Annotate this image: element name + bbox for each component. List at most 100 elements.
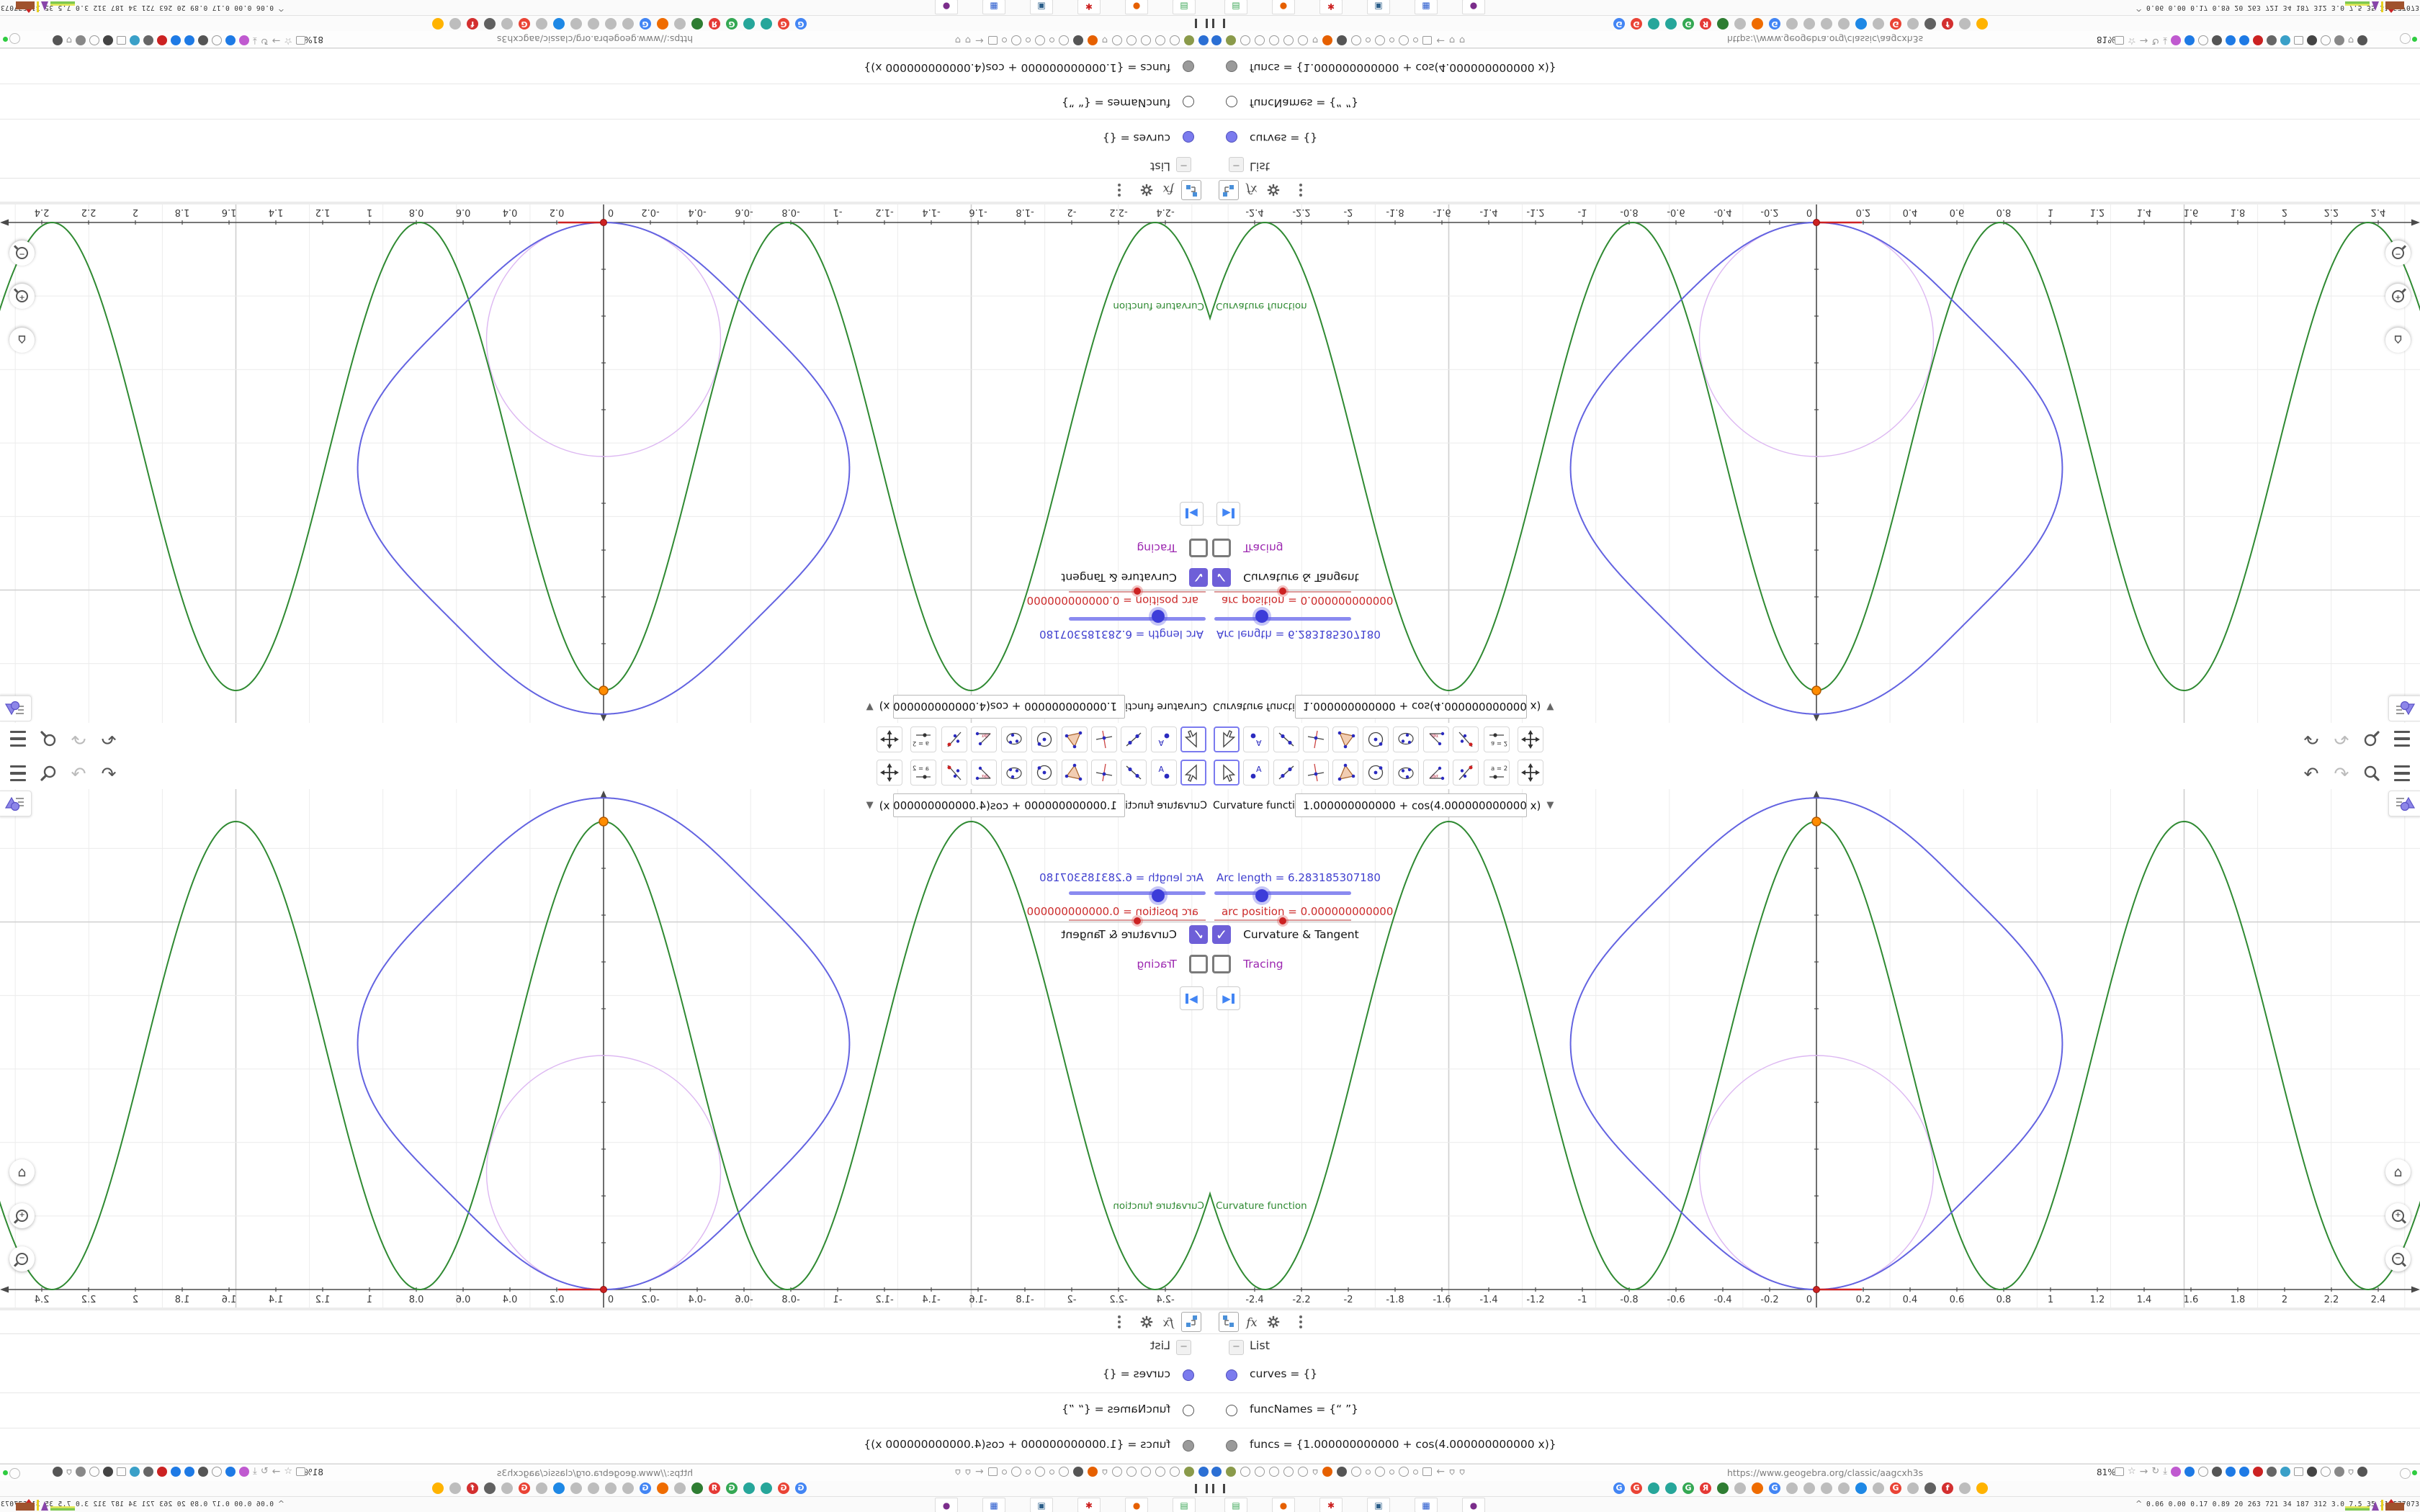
bookmark-favicon[interactable] [605,18,617,30]
gear-icon[interactable] [197,35,208,45]
move-tool-button[interactable] [1214,760,1240,786]
firefox-app-icon[interactable]: ● [1125,0,1148,14]
algebra-row[interactable]: funcNames = {“ ”} [1210,84,2420,119]
owl-app-icon[interactable]: ● [1462,0,1485,14]
oval-icon[interactable] [1184,1467,1194,1477]
trash-icon[interactable] [2267,35,2277,45]
wrench-icon[interactable]: ⌂ [66,35,72,45]
line-tool-button[interactable] [1121,760,1147,786]
redo-icon[interactable]: ↷ [68,728,89,750]
menu-icon[interactable] [7,728,29,750]
curvature-tangent-checkbox[interactable]: ✓ [1189,925,1208,944]
circle-tool-button[interactable] [1031,760,1057,786]
bookmark-favicon[interactable] [743,1482,755,1494]
bookmark-favicon[interactable] [536,18,547,30]
algebra-row[interactable]: funcs = {1.000000000000 + cos(4.00000000… [0,48,1210,84]
fx-icon[interactable]: fx [1158,1312,1178,1332]
curvature-function-dropdown[interactable]: 1.000000000000 + cos(4.000000000000 x) ▼ [1295,793,1554,817]
bookmark-favicon[interactable] [1786,18,1798,30]
arc-icon[interactable] [1126,35,1137,45]
plus-icon[interactable] [2226,35,2236,45]
bookmark-favicon[interactable] [622,18,634,30]
trash-icon[interactable] [143,35,153,45]
reflect-tool-button[interactable] [1453,760,1479,786]
undo-icon[interactable]: ↶ [2300,728,2322,750]
bookmark-favicon[interactable]: G [778,18,789,30]
bookmark-favicon[interactable] [536,1482,547,1494]
globe-icon[interactable] [1240,1467,1250,1477]
firefox-icon[interactable] [1322,1467,1333,1477]
floppy64-app-icon[interactable]: ▦ [1415,0,1438,14]
bookmark-favicon[interactable]: f [1942,1482,1953,1494]
curvature-function-dropdown[interactable]: 1.000000000000 + cos(4.000000000000 x) ▼ [866,695,1125,719]
bookmark-favicon[interactable] [1717,1482,1729,1494]
gear-icon[interactable] [1337,1467,1348,1477]
arrow-right-icon[interactable]: → [272,35,281,46]
wrench-icon[interactable]: ⌂ [1312,1467,1318,1477]
folder-icon[interactable] [1422,36,1433,45]
owl-app-icon[interactable]: ● [1462,1498,1485,1512]
plus-icon[interactable] [184,35,194,45]
bookmark-favicon[interactable] [1855,1482,1867,1494]
move-tool-button[interactable] [1214,726,1240,752]
tree-view-icon[interactable] [1219,180,1239,200]
blue-visibility-marble[interactable] [1183,131,1194,143]
bookmark-favicon[interactable]: Я [1700,1482,1711,1494]
collapse-group-button[interactable]: − [1229,157,1244,172]
monitor-chevron-icon[interactable]: ^ [2136,1499,2142,1508]
arc-length-slider-handle[interactable] [1149,886,1168,905]
search-icon[interactable] [37,728,59,750]
gear-icon[interactable] [1072,1467,1083,1477]
pause-icon[interactable] [1195,19,1208,28]
bookmark-favicon[interactable] [1907,18,1919,30]
url-bar[interactable]: https://www.geogebra.org/classic/aagcxh3… [497,1467,693,1478]
drive-app-icon[interactable]: ▤ [1173,0,1196,14]
panel-divider[interactable] [0,202,1210,204]
tray-circle-icon[interactable] [2400,33,2411,44]
arc-icon[interactable] [1126,1467,1137,1477]
bookmark-favicon[interactable]: Я [709,18,720,30]
play-pause-button[interactable]: ▶ [1216,502,1240,526]
phone-icon[interactable] [2198,1467,2209,1477]
card-icon[interactable] [2294,1467,2304,1476]
circle-icon[interactable] [1399,1467,1410,1477]
shield-icon[interactable]: ⌂ [965,35,971,45]
bookmark-favicon[interactable] [1855,18,1867,30]
settings-app-icon[interactable]: ✱ [1319,0,1343,14]
blue-visibility-marble[interactable] [1226,131,1237,143]
monitor-app-icon[interactable]: ▣ [1367,1498,1390,1512]
globe-icon[interactable] [1155,35,1165,45]
monitor-app-icon[interactable]: ▣ [1367,0,1390,14]
kebab-icon[interactable] [1291,180,1311,200]
dot-icon[interactable] [1001,37,1007,43]
arc-position-point[interactable] [1813,219,1820,226]
monitor-chevron-icon[interactable]: ^ [278,1499,284,1508]
algebra-row[interactable]: curves = {} [0,1358,1210,1393]
bookmark-favicon[interactable] [1873,18,1884,30]
slider-tool-button[interactable]: a = 2 [910,726,936,752]
bookmark-favicon[interactable]: G [1631,1482,1642,1494]
bookmark-favicon[interactable] [449,18,461,30]
graphics-view[interactable]: -2.4 -2.2 -2 -1.8 -1.6 -1.4 -1.2 -1 -0.8 -0.6 -0.4… [0,204,1210,723]
bookmark-favicon[interactable] [484,18,496,30]
gear-icon[interactable] [1263,1312,1283,1332]
angle-tool-button[interactable]: α [971,726,997,752]
arc-length-slider[interactable] [1214,891,1351,895]
monitor-app-icon[interactable]: ▣ [1030,1498,1053,1512]
reflect-tool-button[interactable] [941,726,967,752]
thumb-icon[interactable] [75,35,86,45]
bookmark-favicon[interactable] [570,18,582,30]
balloon-icon[interactable] [1211,35,1222,45]
wrench-icon[interactable]: ⌂ [2348,35,2354,45]
phone-icon[interactable] [211,35,222,45]
drive-app-icon[interactable]: ▤ [1224,0,1247,14]
play-pause-button[interactable]: ▶ [1180,502,1204,526]
record-icon[interactable] [2253,35,2264,45]
reflect-tool-button[interactable] [1453,726,1479,752]
page-zoom-badge[interactable]: 81% [2097,1467,2116,1477]
curvature-value-point[interactable] [599,685,609,696]
dot-icon[interactable] [1049,1469,1054,1475]
circle-icon[interactable] [1034,1467,1045,1477]
lock-icon[interactable]: ⌂ [954,35,960,45]
algebra-row[interactable]: curves = {} [1210,119,2420,154]
